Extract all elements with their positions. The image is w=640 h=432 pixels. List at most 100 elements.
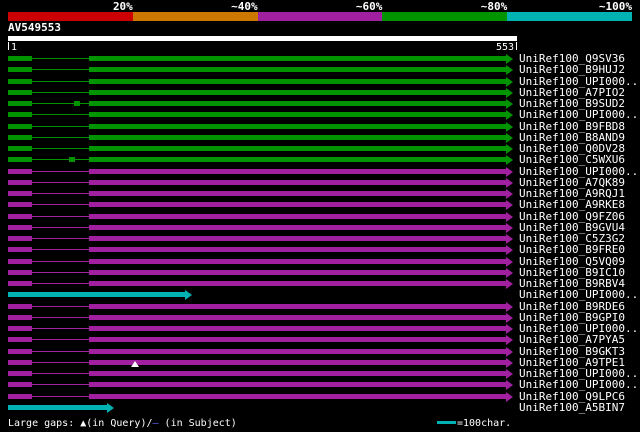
query-start-tick (8, 42, 9, 50)
hit-bar-segment (32, 204, 90, 205)
hit-bar-segment (89, 394, 506, 399)
hit-bar-segment (8, 394, 33, 399)
hit-bar-segment (32, 58, 90, 59)
hit-bar-segment (89, 180, 506, 185)
hit-label: UniRef100_B9FRE0 (519, 243, 625, 256)
hit-bar-segment (32, 373, 90, 374)
hit-label: UniRef100_UPI000.. (519, 378, 639, 391)
hit-bar-segment (32, 114, 90, 115)
hit-bar-segment (89, 56, 506, 61)
hit-bar-segment (32, 328, 90, 329)
hit-bar-segment (8, 349, 33, 354)
query-name: AV549553 (8, 21, 61, 34)
hit-bar-segment (8, 382, 33, 387)
char-scale-line-icon (437, 421, 456, 424)
hit-bar-segment (32, 137, 90, 138)
hit-bar-segment (89, 360, 506, 365)
hit-bar-segment (8, 281, 33, 286)
hit-bar-segment (32, 69, 90, 70)
hit-bar-segment (32, 227, 90, 228)
hit-bar-segment (32, 396, 90, 397)
hit-arrow-icon (506, 133, 513, 143)
hit-bar-segment (8, 247, 33, 252)
scale-tick-label: ~80% (480, 0, 508, 13)
hit-arrow-icon (506, 88, 513, 98)
hit-bar-segment (89, 169, 506, 174)
hit-bar-segment (89, 79, 506, 84)
hit-bar-segment (8, 270, 33, 275)
hit-bar-segment (89, 225, 506, 230)
hit-bar-segment (89, 281, 506, 286)
hit-bar-segment (32, 182, 90, 183)
hit-bar-segment (32, 306, 90, 307)
hit-blip (74, 101, 81, 106)
hit-bar-segment (8, 225, 33, 230)
hit-bar-segment (8, 292, 185, 297)
scale-tick-label: 20% (112, 0, 133, 13)
hit-arrow-icon (506, 268, 513, 278)
hit-bar-segment (32, 103, 90, 104)
hit-arrow-icon (506, 54, 513, 64)
query-end-tick (516, 42, 517, 50)
hit-bar-segment (32, 193, 90, 194)
hit-bar-segment (89, 247, 506, 252)
hit-arrow-icon (506, 144, 513, 154)
scale-segment (8, 12, 133, 21)
hit-arrow-icon (506, 358, 513, 368)
hit-arrow-icon (506, 234, 513, 244)
hit-arrow-icon (506, 392, 513, 402)
hit-bar-segment (32, 261, 90, 262)
hit-arrow-icon (506, 65, 513, 75)
hit-blip (69, 157, 76, 162)
hit-arrow-icon (506, 245, 513, 255)
hit-bar-segment (8, 124, 33, 129)
hit-bar-segment (32, 171, 90, 172)
hit-bar-segment (8, 112, 33, 117)
hit-bar-segment (8, 371, 33, 376)
query-end-label: 553 (495, 42, 514, 53)
hit-bar-segment (32, 126, 90, 127)
query-bar (8, 36, 517, 41)
hit-label: UniRef100_B9HUJ2 (519, 63, 625, 76)
hit-label: UniRef100_UPI000.. (519, 288, 639, 301)
hit-bar-segment (8, 79, 33, 84)
legend-gaps-subject-text: (in Subject) (158, 418, 237, 429)
hit-bar-segment (8, 304, 33, 309)
hit-bar-segment (89, 259, 506, 264)
hit-label: UniRef100_C5WXU6 (519, 153, 625, 166)
hit-arrow-icon (107, 403, 115, 413)
hit-bar-segment (89, 236, 506, 241)
scale-segment (257, 12, 383, 21)
scale-tick-label: ~60% (355, 0, 383, 13)
legend-char-scale: =100char. (437, 418, 511, 429)
hit-arrow-icon (506, 223, 513, 233)
hit-arrow-icon (506, 77, 513, 87)
hit-bar-segment (32, 216, 90, 217)
hit-bar-segment (8, 337, 33, 342)
scale-segment (382, 12, 508, 21)
hit-bar-segment (89, 67, 506, 72)
hit-arrow-icon (506, 200, 513, 210)
char-scale-label: =100char. (457, 418, 512, 429)
hit-arrow-icon (506, 178, 513, 188)
hit-arrow-icon (506, 347, 513, 357)
hit-bar-segment (32, 238, 90, 239)
hit-bar-segment (89, 146, 506, 151)
hit-arrow-icon (506, 313, 513, 323)
hit-row[interactable]: UniRef100_A5BIN7 (0, 402, 640, 416)
hit-bar-segment (89, 315, 506, 320)
hit-bar-segment (8, 236, 33, 241)
hit-bar-segment (89, 382, 506, 387)
hit-bar-segment (8, 214, 33, 219)
hit-bar-segment (8, 202, 33, 207)
hit-bar-segment (89, 112, 506, 117)
hit-label: UniRef100_A9RKE8 (519, 198, 625, 211)
hit-arrow-icon (506, 257, 513, 267)
hit-label: UniRef100_UPI000.. (519, 108, 639, 121)
hit-bar-segment (8, 180, 33, 185)
hit-arrow-icon (506, 155, 513, 165)
hit-bar-segment (8, 169, 33, 174)
hit-bar-segment (89, 101, 506, 106)
hit-bar-segment (8, 135, 33, 140)
hit-bar-segment (89, 191, 506, 196)
